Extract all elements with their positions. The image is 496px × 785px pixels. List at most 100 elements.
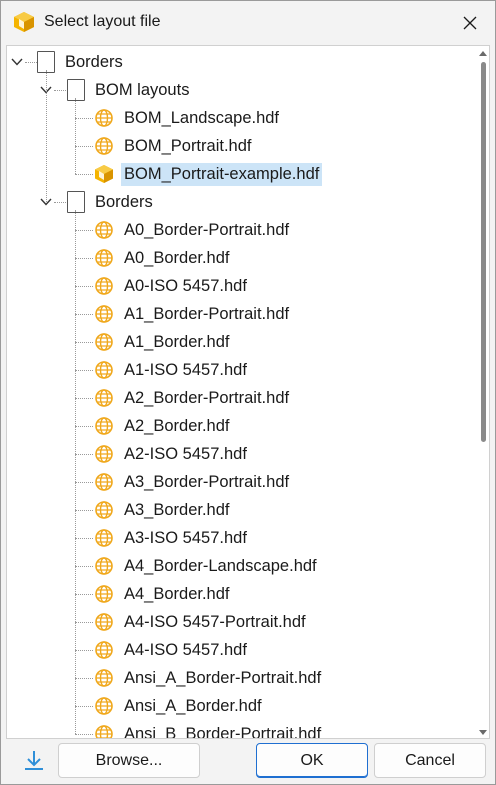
close-icon [463, 16, 477, 30]
globe-file-icon [93, 107, 115, 129]
tree-file-item-label: Ansi_A_Border-Portrait.hdf [124, 668, 322, 687]
tree-file-item[interactable]: Ansi_A_Border-Portrait.hdf [93, 664, 324, 692]
globe-file-icon [93, 611, 115, 633]
tree-guide-line [75, 510, 93, 511]
tree-file-item-label: A1-ISO 5457.hdf [124, 360, 247, 379]
tree-file-item-label: A4-ISO 5457-Portrait.hdf [124, 612, 306, 631]
tree-node-group-1[interactable]: Borders [67, 188, 156, 216]
ok-button[interactable]: OK [256, 743, 368, 778]
scroll-up-icon[interactable] [479, 50, 487, 58]
tree-guide-line [75, 650, 93, 651]
tree-file-item[interactable]: BOM_Portrait.hdf [93, 132, 254, 160]
tree-file-item-label: A0-ISO 5457.hdf [124, 276, 247, 295]
tree-file-item[interactable]: Ansi_A_Border.hdf [93, 692, 265, 720]
globe-file-icon [93, 359, 115, 381]
tree-file-item[interactable]: A1_Border.hdf [93, 328, 233, 356]
tree-guide-line [46, 70, 47, 202]
tree-node-borders-root[interactable]: Borders [37, 48, 126, 76]
globe-file-icon [93, 639, 115, 661]
dialog-footer: Browse... OK Cancel [1, 739, 495, 784]
tree-guide-line [75, 98, 76, 174]
globe-file-icon [93, 499, 115, 521]
globe-file-icon [93, 555, 115, 577]
tree-guide-line [75, 258, 93, 259]
tree-file-item[interactable]: A4_Border.hdf [93, 580, 233, 608]
tree-guide-line [75, 482, 93, 483]
tree-guide-line [75, 594, 93, 595]
tree-file-item-label: A3_Border.hdf [124, 500, 230, 519]
title-bar: Select layout file [1, 1, 495, 45]
tree-guide-line [75, 210, 76, 734]
close-button[interactable] [453, 7, 487, 39]
tree-file-item-label: A2_Border.hdf [124, 416, 230, 435]
tree-file-item[interactable]: Ansi_B_Border-Portrait.hdf [93, 720, 324, 739]
tree-guide-line [25, 62, 37, 63]
globe-file-icon [93, 219, 115, 241]
tree-file-item-label: Ansi_B_Border-Portrait.hdf [124, 724, 322, 739]
tree-guide-line [75, 734, 93, 735]
tree-file-item[interactable]: A4-ISO 5457.hdf [93, 636, 250, 664]
tree-file-item-label: Ansi_A_Border.hdf [124, 696, 262, 715]
tree-file-item[interactable]: A2_Border-Portrait.hdf [93, 384, 292, 412]
scrollbar-thumb[interactable] [481, 62, 486, 442]
download-button[interactable] [15, 743, 53, 778]
tree-guide-line [75, 286, 93, 287]
browse-button[interactable]: Browse... [58, 743, 200, 778]
tree-file-item[interactable]: A2-ISO 5457.hdf [93, 440, 250, 468]
cancel-button[interactable]: Cancel [374, 743, 486, 778]
scroll-down-icon[interactable] [479, 728, 487, 736]
tree-node-borders-root-label: Borders [65, 52, 123, 71]
tree-file-item[interactable]: A3_Border.hdf [93, 496, 233, 524]
tree-file-item-label: A1_Border-Portrait.hdf [124, 304, 290, 323]
tree-file-item-label: A0_Border-Portrait.hdf [124, 220, 290, 239]
tree-content: Borders BOM layouts BOM_Landscape.hdf BOM_P… [7, 46, 473, 739]
globe-file-icon [93, 135, 115, 157]
tree-file-item[interactable]: A2_Border.hdf [93, 412, 233, 440]
tree-file-item[interactable]: A0_Border-Portrait.hdf [93, 216, 292, 244]
tree-file-item-label: BOM_Portrait-example.hdf [121, 162, 323, 186]
select-layout-dialog: Select layout file Borders BOM layouts BOM… [0, 0, 496, 785]
tree-file-item[interactable]: A4_Border-Landscape.hdf [93, 552, 320, 580]
tree-guide-line [75, 566, 93, 567]
tree-file-item[interactable]: BOM_Portrait-example.hdf [93, 160, 323, 188]
globe-file-icon [93, 387, 115, 409]
tree-guide-line [75, 230, 93, 231]
vertical-scrollbar[interactable] [477, 48, 489, 738]
globe-file-icon [93, 443, 115, 465]
tree-guide-line [54, 202, 66, 203]
tree-guide-line [54, 90, 66, 91]
tree-file-item-label: A4_Border.hdf [124, 584, 230, 603]
tree-file-item[interactable]: A1_Border-Portrait.hdf [93, 300, 292, 328]
globe-file-icon [93, 247, 115, 269]
tree-file-item[interactable]: A0_Border.hdf [93, 244, 233, 272]
file-tree[interactable]: Borders BOM layouts BOM_Landscape.hdf BOM_P… [6, 45, 490, 739]
tree-file-item[interactable]: BOM_Landscape.hdf [93, 104, 282, 132]
tree-file-item[interactable]: A3-ISO 5457.hdf [93, 524, 250, 552]
tree-node-group-1-label: Borders [95, 192, 153, 211]
tree-file-item-label: A4-ISO 5457.hdf [124, 640, 247, 659]
globe-file-icon [93, 415, 115, 437]
tree-node-group-0[interactable]: BOM layouts [67, 76, 192, 104]
tree-guide-line [75, 454, 93, 455]
tree-file-item-label: A3-ISO 5457.hdf [124, 528, 247, 547]
tree-file-item[interactable]: A0-ISO 5457.hdf [93, 272, 250, 300]
tree-file-item[interactable]: A3_Border-Portrait.hdf [93, 468, 292, 496]
tree-guide-line [75, 398, 93, 399]
tree-guide-line [75, 342, 93, 343]
folder-icon [67, 79, 85, 101]
chevron-down-icon[interactable] [9, 54, 25, 70]
globe-file-icon [93, 303, 115, 325]
globe-file-icon [93, 583, 115, 605]
tree-file-item-label: A0_Border.hdf [124, 248, 230, 267]
tree-guide-line [75, 706, 93, 707]
tree-file-item-label: BOM_Portrait.hdf [124, 136, 252, 155]
tree-file-item[interactable]: A4-ISO 5457-Portrait.hdf [93, 608, 309, 636]
tree-file-item[interactable]: A1-ISO 5457.hdf [93, 356, 250, 384]
globe-file-icon [93, 667, 115, 689]
tree-guide-line [75, 174, 93, 175]
tree-guide-line [75, 622, 93, 623]
tree-guide-line [75, 146, 93, 147]
tree-file-item-label: A2-ISO 5457.hdf [124, 444, 247, 463]
tree-guide-line [75, 314, 93, 315]
globe-file-icon [93, 275, 115, 297]
